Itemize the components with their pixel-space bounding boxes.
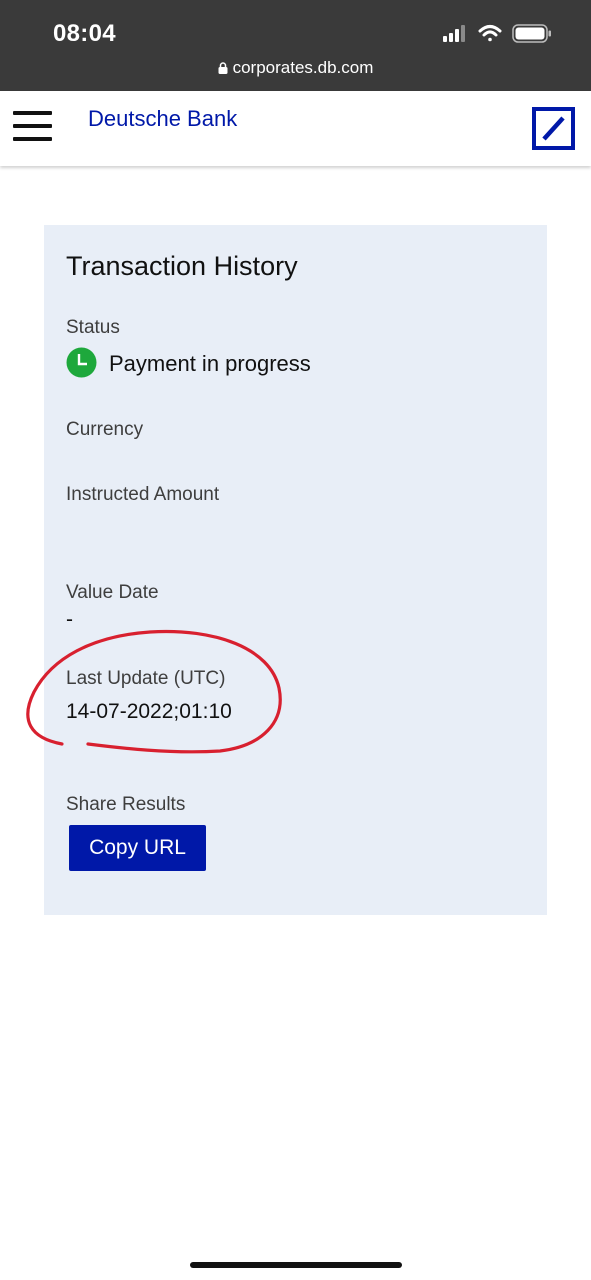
system-icons [443, 24, 551, 43]
value-date-label: Value Date [66, 582, 159, 603]
status-value: Payment in progress [109, 351, 311, 376]
last-update-label: Last Update (UTC) [66, 668, 226, 689]
last-update-value: 14-07-2022;01:10 [66, 700, 232, 723]
deutsche-bank-logo[interactable] [532, 107, 575, 150]
battery-icon [512, 24, 551, 43]
share-results-label: Share Results [66, 794, 186, 815]
url-text: corporates.db.com [232, 58, 374, 77]
status-time: 08:04 [53, 20, 116, 47]
copy-url-button[interactable]: Copy URL [69, 825, 206, 871]
home-indicator[interactable] [190, 1262, 402, 1268]
signal-icon [443, 25, 465, 42]
url-bar[interactable]: corporates.db.com [0, 58, 591, 78]
card-title: Transaction History [66, 251, 298, 281]
status-bar: 08:04 corporates.db.com [0, 0, 591, 91]
menu-icon[interactable] [13, 110, 53, 144]
app-header: Deutsche Bank [0, 91, 591, 166]
clock-icon [66, 347, 97, 378]
lock-icon [218, 62, 228, 74]
instructed-amount-label: Instructed Amount [66, 484, 220, 505]
brand-name[interactable]: Deutsche Bank [88, 106, 237, 132]
status-label: Status [66, 317, 120, 338]
wifi-icon [478, 25, 502, 42]
currency-label: Currency [66, 419, 144, 440]
transaction-card: Transaction History Status Payment in pr… [44, 225, 547, 915]
value-date-value: - [66, 608, 73, 631]
